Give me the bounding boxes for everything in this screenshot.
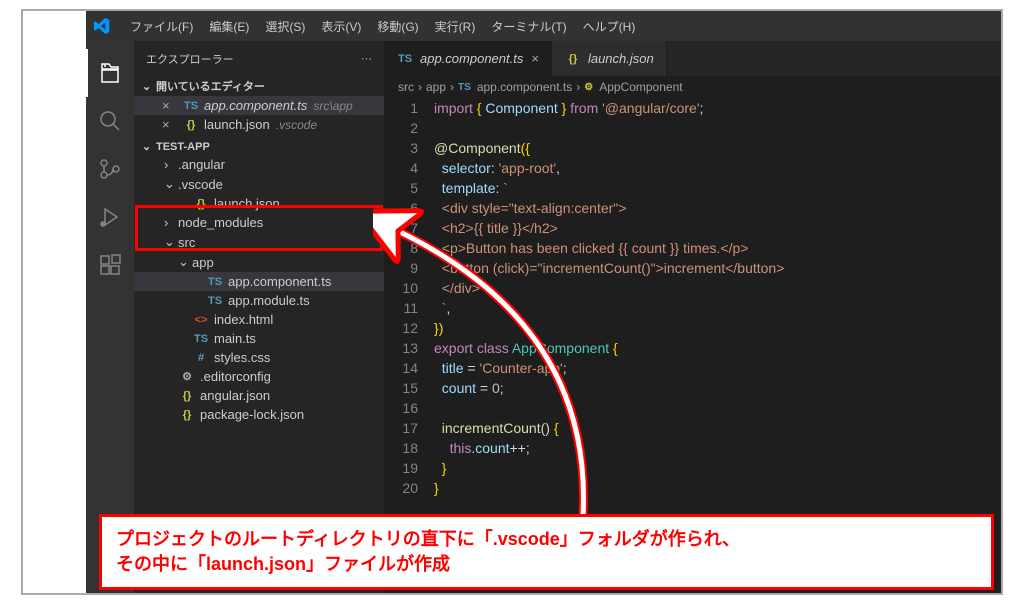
search-icon[interactable]: [86, 97, 134, 145]
open-editors-list: ×TSapp.component.tssrc\app×{}launch.json…: [134, 96, 384, 134]
extensions-icon[interactable]: [86, 241, 134, 289]
sidebar-explorer: エクスプローラー ··· ⌄ 開いているエディター × TSapp.compone…: [134, 41, 384, 593]
breadcrumb[interactable]: src›app›TSapp.component.ts›⚙AppComponent: [384, 76, 1001, 98]
file-type-icon: {}: [564, 53, 582, 65]
breadcrumb-segment[interactable]: app: [426, 80, 446, 94]
file-item[interactable]: TSapp.component.ts: [134, 272, 384, 291]
folder-item[interactable]: ⌄src: [134, 232, 384, 252]
activity-bar: [86, 41, 134, 593]
editor-tab[interactable]: {}launch.json: [552, 41, 667, 76]
chevron-down-icon: ⌄: [142, 80, 156, 93]
file-type-icon: TS: [206, 276, 224, 288]
file-type-icon: #: [192, 352, 210, 364]
menu-item[interactable]: ヘルプ(H): [575, 18, 644, 35]
file-item[interactable]: {}package-lock.json: [134, 405, 384, 424]
breadcrumb-segment[interactable]: AppComponent: [599, 80, 682, 94]
folder-item[interactable]: ›.angular: [134, 155, 384, 174]
folder-item[interactable]: ⌄.vscode: [134, 174, 384, 194]
file-type-icon: {}: [178, 390, 196, 402]
chevron-down-icon: ⌄: [142, 140, 156, 153]
menu-item[interactable]: 実行(R): [427, 18, 484, 35]
file-type-icon: TS: [182, 100, 200, 112]
breadcrumb-segment[interactable]: src: [398, 80, 414, 94]
explorer-icon[interactable]: [86, 49, 134, 97]
file-type-icon: {}: [178, 409, 196, 421]
file-type-icon: TS: [206, 295, 224, 307]
menu-item[interactable]: 編集(E): [201, 18, 257, 35]
open-editor-item[interactable]: ×TSapp.component.tssrc\app: [134, 96, 384, 115]
menu-item[interactable]: 選択(S): [257, 18, 313, 35]
file-type-icon: TS: [192, 333, 210, 345]
file-type-icon: <>: [192, 314, 210, 326]
open-editor-item[interactable]: ×{}launch.json.vscode: [134, 115, 384, 134]
chevron-down-icon: ⌄: [178, 254, 192, 270]
breadcrumb-icon: TS: [458, 82, 471, 93]
menu-bar: ファイル(F)編集(E)選択(S)表示(V)移動(G)実行(R)ターミナル(T)…: [122, 18, 643, 35]
chevron-right-icon: ›: [164, 157, 178, 172]
file-tree: ›.angular⌄.vscode{}launch.json›node_modu…: [134, 155, 384, 424]
menu-item[interactable]: ファイル(F): [122, 18, 201, 35]
editor-tab[interactable]: TSapp.component.ts×: [384, 41, 552, 76]
close-icon[interactable]: ×: [162, 117, 178, 132]
file-type-icon: TS: [396, 53, 414, 65]
file-item[interactable]: ⚙.editorconfig: [134, 367, 384, 386]
file-type-icon: {}: [192, 198, 210, 210]
screenshot-frame: ファイル(F)編集(E)選択(S)表示(V)移動(G)実行(R)ターミナル(T)…: [21, 9, 1003, 595]
menu-item[interactable]: ターミナル(T): [483, 18, 574, 35]
vscode-window: ファイル(F)編集(E)選択(S)表示(V)移動(G)実行(R)ターミナル(T)…: [86, 11, 1001, 593]
vscode-logo-icon: [94, 18, 110, 34]
close-icon[interactable]: ×: [531, 51, 539, 66]
sidebar-title: エクスプローラー: [146, 51, 234, 67]
file-item[interactable]: TSmain.ts: [134, 329, 384, 348]
menu-item[interactable]: 表示(V): [313, 18, 369, 35]
sidebar-header: エクスプローラー ···: [134, 41, 384, 76]
menu-item[interactable]: 移動(G): [369, 18, 426, 35]
folder-item[interactable]: ⌄app: [134, 252, 384, 272]
breadcrumb-segment[interactable]: app.component.ts: [477, 80, 572, 94]
chevron-down-icon: ⌄: [164, 176, 178, 192]
open-editors-header[interactable]: ⌄ 開いているエディター: [134, 76, 384, 96]
more-icon[interactable]: ···: [361, 53, 372, 65]
file-item[interactable]: <>index.html: [134, 310, 384, 329]
project-root-header[interactable]: ⌄ TEST-APP: [134, 138, 384, 155]
close-icon[interactable]: ×: [162, 98, 178, 113]
titlebar: ファイル(F)編集(E)選択(S)表示(V)移動(G)実行(R)ターミナル(T)…: [86, 11, 1001, 41]
editor-area: TSapp.component.ts×{}launch.json src›app…: [384, 41, 1001, 593]
file-item[interactable]: {}launch.json: [134, 194, 384, 213]
source-control-icon[interactable]: [86, 145, 134, 193]
annotation-text: プロジェクトのルートディレクトリの直下に「.vscode」フォルダが作られ、 そ…: [99, 514, 994, 590]
breadcrumb-icon: ⚙: [584, 82, 593, 93]
chevron-down-icon: ⌄: [164, 234, 178, 250]
file-item[interactable]: #styles.css: [134, 348, 384, 367]
file-type-icon: ⚙: [178, 370, 196, 383]
file-type-icon: {}: [182, 119, 200, 131]
folder-item[interactable]: ›node_modules: [134, 213, 384, 232]
debug-icon[interactable]: [86, 193, 134, 241]
editor-tabs: TSapp.component.ts×{}launch.json: [384, 41, 1001, 76]
chevron-right-icon: ›: [164, 215, 178, 230]
file-item[interactable]: {}angular.json: [134, 386, 384, 405]
file-item[interactable]: TSapp.module.ts: [134, 291, 384, 310]
